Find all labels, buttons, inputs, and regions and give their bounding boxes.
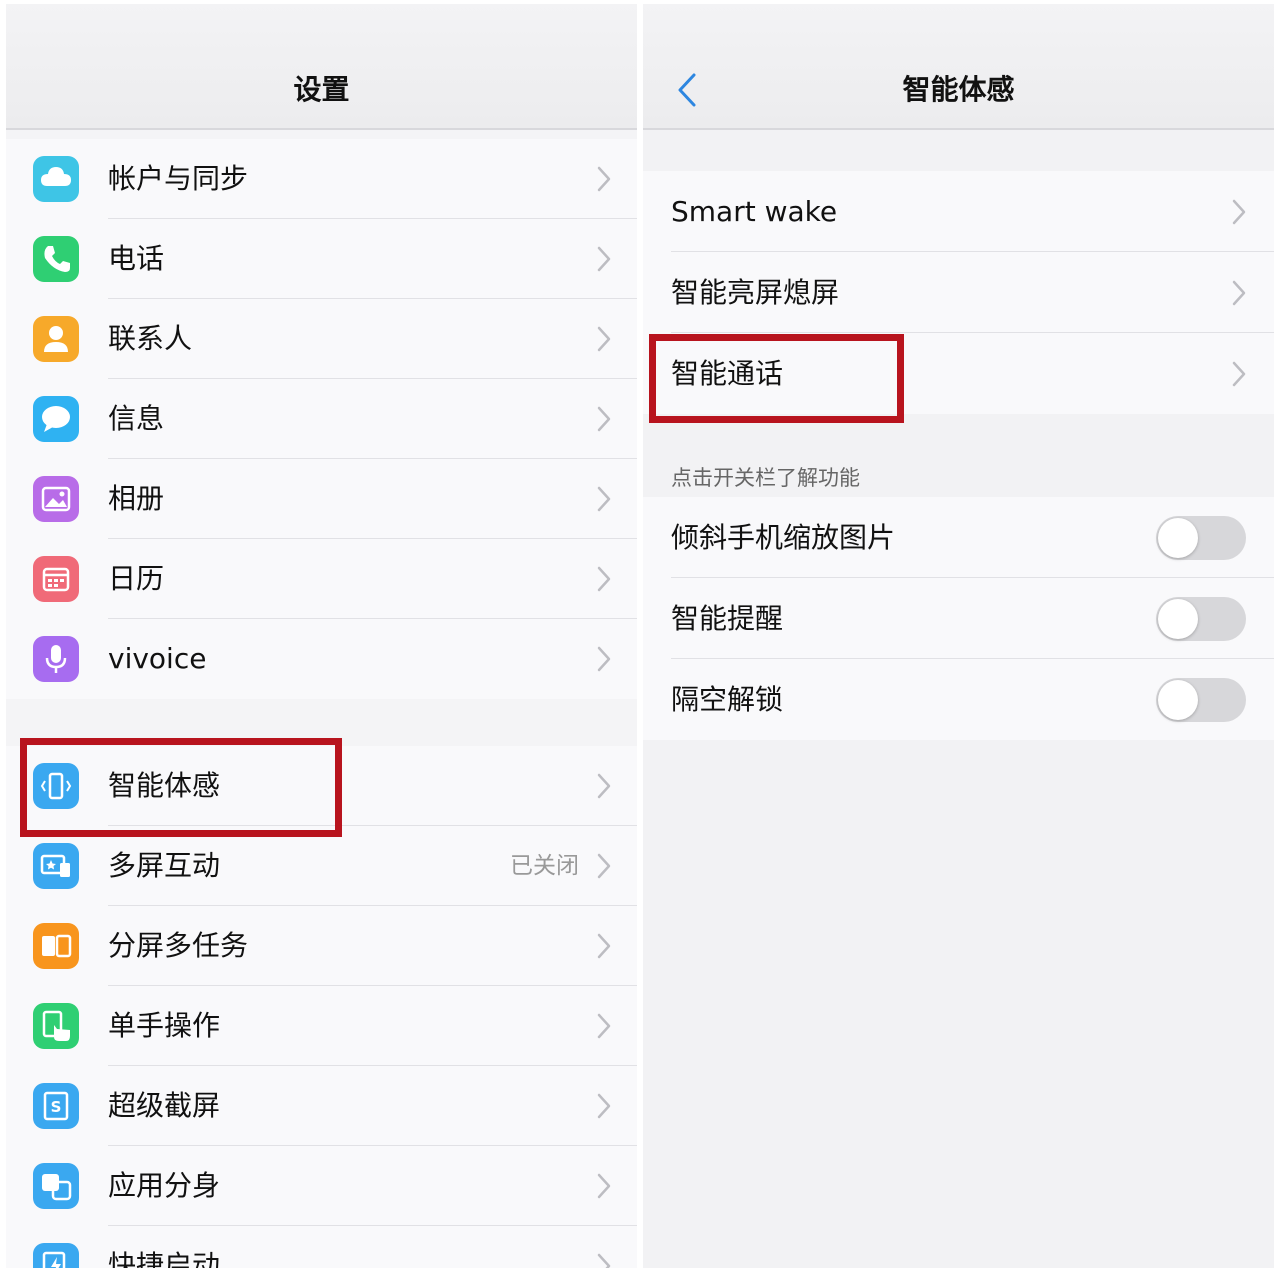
chevron-right-icon [597,933,611,959]
settings-panel: 设置 帐户与同步 电话 联系人 信息 相册 日历 vivoice 智能体感 多屏互动 已关闭 分屏… [6,4,637,1268]
settings-header: 设置 [6,4,637,130]
settings-item-quick-launch[interactable]: 快捷启动 [6,1226,637,1268]
chevron-right-icon [1232,280,1246,306]
svg-text:S: S [51,1098,62,1116]
nav-item-label: 智能亮屏熄屏 [671,276,840,309]
settings-group-main: 帐户与同步电话联系人信息相册日历 vivoice [6,139,637,699]
settings-item-label: 单手操作 [108,1009,221,1042]
chevron-right-icon [597,406,611,432]
quick-launch-icon [33,1243,79,1268]
settings-item-multi-screen[interactable]: 多屏互动 已关闭 [6,826,637,906]
settings-item-label: 多屏互动 [108,849,221,882]
smart-motion-group-toggles: 倾斜手机缩放图片 智能提醒隔空解锁 [643,497,1274,740]
nav-item-label: Smart wake [671,195,838,228]
settings-item-label: 分屏多任务 [108,929,249,962]
settings-item-message[interactable]: 信息 [6,379,637,459]
chevron-right-icon [597,1013,611,1039]
toggle-label: 智能提醒 [671,602,784,635]
chevron-right-icon [597,646,611,672]
settings-item-label: 相册 [108,482,165,515]
settings-item-label: 快捷启动 [108,1249,221,1268]
smart-motion-header: 智能体感 [643,4,1274,130]
smart-motion-panel: 智能体感 Smart wake 智能亮屏熄屏 智能通话 点击开关栏了解功能 倾斜手机… [643,4,1274,1268]
chevron-right-icon [597,1173,611,1199]
chevron-right-icon [597,326,611,352]
chevron-right-icon [597,566,611,592]
settings-item-calendar[interactable]: 日历 [6,539,637,619]
settings-item-photo[interactable]: 相册 [6,459,637,539]
settings-item-label: 信息 [108,402,165,435]
chevron-right-icon [1232,361,1246,387]
phone-icon [33,236,79,282]
settings-item-label: 日历 [108,562,165,595]
split-screen-icon [33,923,79,969]
chevron-right-icon [597,486,611,512]
chevron-right-icon [597,1253,611,1268]
microphone-icon [33,636,79,682]
settings-item-app-clone[interactable]: 应用分身 [6,1146,637,1226]
settings-item-one-hand[interactable]: 单手操作 [6,986,637,1066]
contact-icon [33,316,79,362]
settings-item-screenshot[interactable]: S 超级截屏 [6,1066,637,1146]
section-title: 点击开关栏了解功能 [671,466,860,490]
highlight-box [20,738,342,837]
page-title: 设置 [293,73,350,106]
highlight-box [649,334,904,423]
message-icon [33,396,79,442]
chevron-right-icon [597,773,611,799]
settings-item-microphone[interactable]: vivoice [6,619,637,699]
settings-item-label: 应用分身 [108,1169,221,1202]
settings-item-cloud[interactable]: 帐户与同步 [6,139,637,219]
settings-item-label: 帐户与同步 [108,162,249,195]
toggle-knob [1158,680,1198,720]
chevron-right-icon [597,246,611,272]
settings-item-label: 电话 [108,242,165,275]
toggle-switch[interactable] [1156,597,1246,641]
toggle-label: 倾斜手机缩放图片 [671,521,896,554]
smart-motion-nav-item[interactable]: 智能亮屏熄屏 [643,252,1274,333]
multi-screen-icon [33,843,79,889]
toggle-switch[interactable] [1156,516,1246,560]
toggle-knob [1158,518,1198,558]
toggle-row: 隔空解锁 [643,659,1274,740]
settings-item-label: 联系人 [108,322,193,355]
photo-icon [33,476,79,522]
calendar-icon [33,556,79,602]
chevron-right-icon [597,166,611,192]
settings-item-label: vivoice [108,642,207,675]
settings-item-phone[interactable]: 电话 [6,219,637,299]
toggle-switch[interactable] [1156,678,1246,722]
one-hand-icon [33,1003,79,1049]
toggle-label: 隔空解锁 [671,683,784,716]
page-title: 智能体感 [902,73,1015,106]
toggle-row: 智能提醒 [643,578,1274,659]
chevron-right-icon [1232,199,1246,225]
settings-item-contact[interactable]: 联系人 [6,299,637,379]
cloud-icon [33,156,79,202]
chevron-right-icon [597,853,611,879]
settings-item-label: 超级截屏 [108,1089,221,1122]
toggle-row: 倾斜手机缩放图片 [643,497,1274,578]
settings-item-split-screen[interactable]: 分屏多任务 [6,906,637,986]
toggle-knob [1158,599,1198,639]
status-text: 已关闭 [510,853,579,879]
screenshot-icon: S [33,1083,79,1129]
app-clone-icon [33,1163,79,1209]
chevron-right-icon [597,1093,611,1119]
smart-motion-nav-item[interactable]: Smart wake [643,171,1274,252]
